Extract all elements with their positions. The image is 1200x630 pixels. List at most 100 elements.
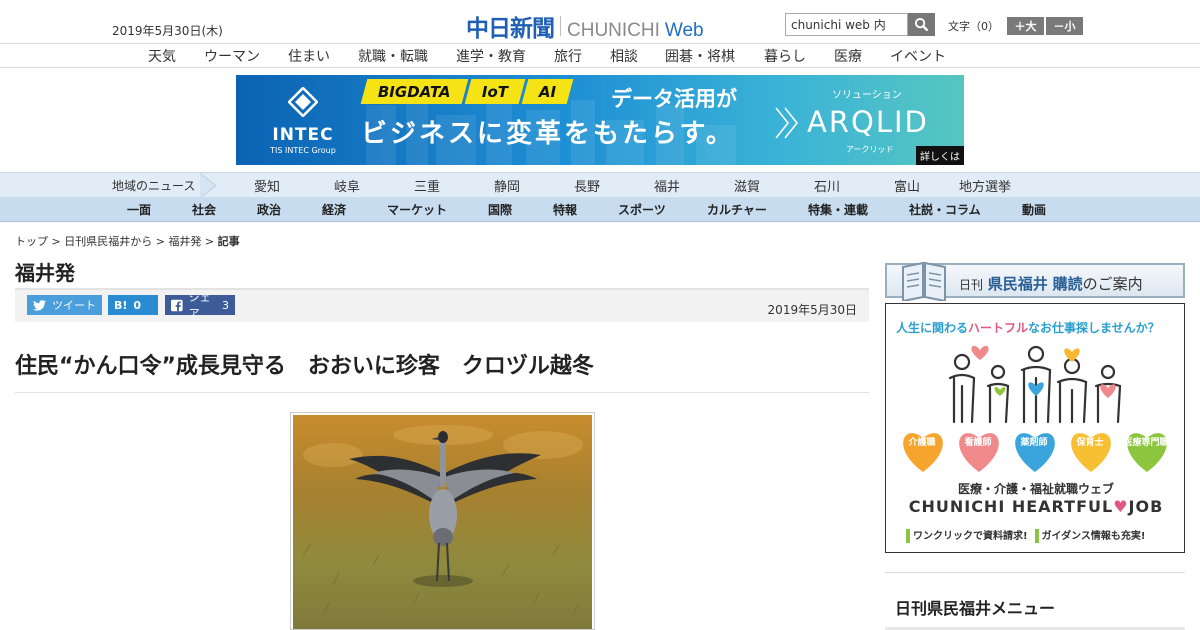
ad-subtitle: 医療・介護・福祉就職ウェブ xyxy=(957,482,1114,496)
breadcrumb: トップ > 日刊県民福井から > 福井発 > 記事 xyxy=(15,233,240,249)
subscribe-banner[interactable]: 日刊 県民福井 購読のご案内 xyxy=(885,261,1185,301)
hatena-bookmark-button[interactable]: B! 0 xyxy=(108,295,158,315)
heart-icon: ♥ xyxy=(1113,497,1129,516)
section-nav: 一面 社会 政治 経済 マーケット 国際 特報 スポーツ カルチャー 特集・連載… xyxy=(0,197,1200,222)
article-date: 2019年5月30日 xyxy=(767,303,857,317)
text-larger-button[interactable]: ＋大 xyxy=(1007,17,1044,35)
chevron-right-icon xyxy=(775,107,799,139)
section-nav-item[interactable]: スポーツ xyxy=(618,201,666,218)
breadcrumb-sep: > xyxy=(201,235,218,248)
banner-tags: BIGDATA IoT AI xyxy=(360,79,574,104)
sidebar-menu: 日刊県民福井メニュー xyxy=(885,572,1185,630)
logo-web: Web xyxy=(664,20,704,41)
breadcrumb-link[interactable]: 日刊県民福井から xyxy=(64,235,152,248)
banner-line1: データ活用が xyxy=(611,87,737,111)
breadcrumb-sep: > xyxy=(152,235,169,248)
facebook-share-button[interactable]: シェア 3 xyxy=(165,291,235,320)
job-category-item[interactable]: 医療専門職 xyxy=(1122,428,1172,474)
region-nav-item[interactable]: 三重 xyxy=(414,176,440,195)
section-nav-item[interactable]: カルチャー xyxy=(707,201,767,218)
sidebar-menu-title: 日刊県民福井メニュー xyxy=(895,599,1056,618)
site-logo[interactable]: 中日新聞 CHUNICHI Web xyxy=(466,9,704,43)
heart-badge-icon xyxy=(903,433,943,472)
section-nav-item[interactable]: 特集・連載 xyxy=(808,201,868,218)
region-nav-item[interactable]: 静岡 xyxy=(494,176,520,195)
job-category-item[interactable]: 保育士 xyxy=(1066,428,1116,474)
section-nav-item[interactable]: 特報 xyxy=(553,201,577,218)
logo-divider xyxy=(560,16,561,36)
region-nav: 地域のニュース 愛知 岐阜 三重 静岡 長野 福井 滋賀 石川 富山 地方選挙 xyxy=(0,172,1200,198)
banner-line2: ビジネスに変革をもたらす。 xyxy=(361,119,735,149)
logo-latin: CHUNICHI xyxy=(567,20,660,41)
region-nav-item[interactable]: 滋賀 xyxy=(734,176,760,195)
crane-photo-image xyxy=(293,415,592,629)
hatena-count: 0 xyxy=(133,298,142,312)
text-size-label: 文字（0） xyxy=(948,20,999,33)
section-nav-item[interactable]: 国際 xyxy=(488,201,512,218)
facebook-share-label: シェア xyxy=(188,291,211,320)
region-nav-item[interactable]: 地方選挙 xyxy=(959,176,1011,195)
job-category-item[interactable]: 薬剤師 xyxy=(1010,428,1060,474)
logo-kanji: 中日新聞 xyxy=(466,15,555,42)
category-nav-item[interactable]: 医療 xyxy=(834,46,862,66)
banner-solution-label: ソリューション xyxy=(832,90,902,101)
region-nav-item[interactable]: 富山 xyxy=(894,176,920,195)
subscribe-text: 日刊 県民福井 購読のご案内 xyxy=(959,275,1143,293)
breadcrumb-link[interactable]: 福井発 xyxy=(168,235,201,248)
heart-badge-icon xyxy=(1071,433,1111,472)
section-nav-item[interactable]: 政治 xyxy=(257,201,281,218)
region-nav-item[interactable]: 長野 xyxy=(574,176,600,195)
section-nav-item[interactable]: 経済 xyxy=(322,201,346,218)
banner-company-name: INTEC xyxy=(272,125,334,145)
tweet-button[interactable]: ツイート xyxy=(27,295,102,315)
banner-tag: BIGDATA xyxy=(360,79,468,104)
section-nav-item[interactable]: マーケット xyxy=(387,201,447,218)
ad-headline: 人生に関わるハートフルなお仕事探しませんか？ xyxy=(896,321,1160,335)
intec-logo-icon xyxy=(287,86,319,118)
section-nav-item[interactable]: 動画 xyxy=(1022,201,1046,218)
facebook-icon xyxy=(171,299,183,311)
banner-company-sub: TIS INTEC Group xyxy=(270,146,336,155)
banner-product-name: ARQLID xyxy=(807,105,929,139)
category-nav-item[interactable]: 相談 xyxy=(610,46,638,66)
banner-detail-link[interactable]: 詳しくは xyxy=(916,146,964,165)
text-size-control: 文字（0） ＋大 －小 xyxy=(948,17,1083,35)
share-bar: ツイート B! 0 シェア 3 2019年5月30日 xyxy=(15,288,869,322)
category-nav: 天気 ウーマン 住まい 就職・転職 進学・教育 旅行 相談 囲碁・将棋 暮らし … xyxy=(0,43,1200,68)
region-nav-arrow xyxy=(199,173,217,198)
heartful-job-ad[interactable]: 人生に関わるハートフルなお仕事探しませんか？ 介護職 看護師 薬剤師 保育士 医… xyxy=(885,303,1185,553)
section-nav-item[interactable]: 一面 xyxy=(127,201,151,218)
site-search xyxy=(785,13,935,36)
banner-product-kana: アークリッド xyxy=(846,145,894,154)
breadcrumb-link[interactable]: トップ xyxy=(15,235,48,248)
search-button[interactable] xyxy=(908,13,935,36)
region-nav-item[interactable]: 岐阜 xyxy=(334,176,360,195)
heart-badge-icon xyxy=(1015,433,1055,472)
category-nav-item[interactable]: 囲碁・将棋 xyxy=(665,46,735,66)
breadcrumb-current: 記事 xyxy=(217,235,240,248)
section-nav-item[interactable]: 社会 xyxy=(192,201,216,218)
job-category-item[interactable]: 看護師 xyxy=(954,428,1004,474)
search-icon xyxy=(914,17,929,32)
region-nav-item[interactable]: 福井 xyxy=(654,176,680,195)
category-nav-item[interactable]: 進学・教育 xyxy=(456,46,526,66)
category-nav-item[interactable]: 旅行 xyxy=(554,46,582,66)
region-nav-item[interactable]: 石川 xyxy=(814,176,840,195)
article-photo[interactable] xyxy=(290,412,595,630)
category-nav-item[interactable]: 住まい xyxy=(288,46,330,66)
ad-brand: CHUNICHI HEARTFUL♥JOB xyxy=(908,497,1164,516)
tweet-label: ツイート xyxy=(52,299,96,312)
category-nav-item[interactable]: 暮らし xyxy=(764,46,806,66)
category-nav-item[interactable]: 就職・転職 xyxy=(358,46,428,66)
section-nav-item[interactable]: 社説・コラム xyxy=(909,201,981,218)
twitter-bird-icon xyxy=(33,299,46,311)
text-smaller-button[interactable]: －小 xyxy=(1046,17,1083,35)
banner-company-logo: INTEC TIS INTEC Group xyxy=(258,86,348,155)
category-nav-item[interactable]: 天気 xyxy=(148,46,176,66)
region-nav-item[interactable]: 愛知 xyxy=(254,176,280,195)
search-input[interactable] xyxy=(785,13,908,36)
job-category-item[interactable]: 介護職 xyxy=(898,428,948,474)
banner-ad[interactable]: INTEC TIS INTEC Group BIGDATA IoT AI データ… xyxy=(236,75,964,165)
category-nav-item[interactable]: イベント xyxy=(890,46,946,66)
category-nav-item[interactable]: ウーマン xyxy=(204,46,260,66)
